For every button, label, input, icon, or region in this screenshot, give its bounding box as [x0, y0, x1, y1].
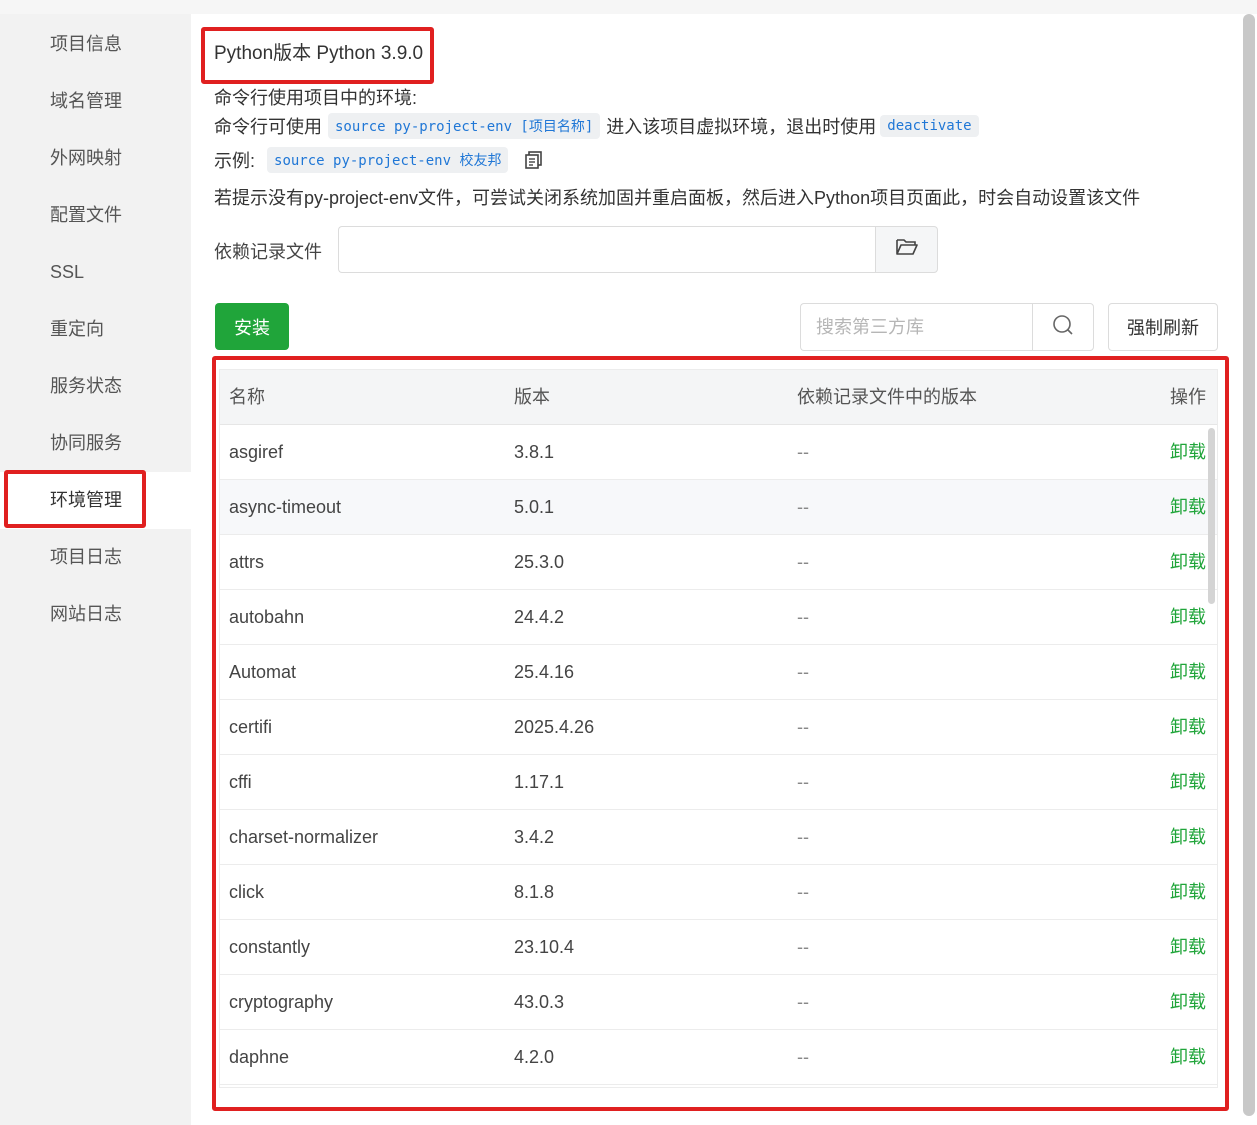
sidebar-item-service-status[interactable]: 服务状态 [0, 358, 191, 415]
sidebar-item-config-file[interactable]: 配置文件 [0, 187, 191, 244]
sidebar-item-site-log[interactable]: 网站日志 [0, 586, 191, 643]
dependency-file-browse-button[interactable] [875, 226, 938, 273]
sidebar-item-project-log[interactable]: 项目日志 [0, 529, 191, 586]
example-command: source py-project-env 校友邦 [267, 147, 509, 173]
search-button[interactable] [1032, 303, 1094, 351]
sidebar: 项目信息 域名管理 外网映射 配置文件 SSL 重定向 服务状态 协同服务 环境… [0, 14, 191, 1125]
install-button[interactable]: 安装 [215, 303, 289, 350]
env-help-prefix: 命令行可使用 [214, 117, 322, 137]
example-label: 示例: [214, 151, 256, 171]
copy-icon[interactable] [524, 150, 544, 170]
env-help-middle: 进入该项目虚拟环境，退出时使用 [606, 117, 877, 137]
sidebar-item-collab-service[interactable]: 协同服务 [0, 415, 191, 472]
dependency-file-label: 依赖记录文件 [214, 242, 322, 262]
sidebar-item-external-mapping[interactable]: 外网映射 [0, 130, 191, 187]
sidebar-item-domain[interactable]: 域名管理 [0, 73, 191, 130]
annotation-highlight-table [212, 356, 1229, 1111]
search-icon [1052, 314, 1074, 341]
sidebar-item-project-info[interactable]: 项目信息 [0, 16, 191, 73]
force-refresh-button[interactable]: 强制刷新 [1108, 303, 1218, 351]
sidebar-item-redirect[interactable]: 重定向 [0, 301, 191, 358]
search-input[interactable] [800, 303, 1033, 351]
example-line: 示例: source py-project-env 校友邦 [214, 147, 544, 173]
annotation-highlight-version [201, 27, 434, 84]
page-scrollbar[interactable] [1243, 14, 1255, 1116]
annotation-highlight-sidebar [4, 470, 146, 528]
deactivate-command: deactivate [880, 115, 979, 137]
env-help-title: 命令行使用项目中的环境: [214, 88, 417, 108]
dependency-file-input[interactable] [338, 226, 876, 273]
top-strip [0, 0, 1257, 14]
env-help-line: 命令行可使用 source py-project-env [项目名称] 进入该项… [214, 113, 985, 139]
sidebar-item-ssl[interactable]: SSL [0, 244, 191, 301]
env-hint: 若提示没有py-project-env文件，可尝试关闭系统加固并重启面板，然后进… [214, 188, 1141, 208]
activate-command: source py-project-env [项目名称] [328, 113, 601, 139]
folder-open-icon [895, 238, 918, 261]
